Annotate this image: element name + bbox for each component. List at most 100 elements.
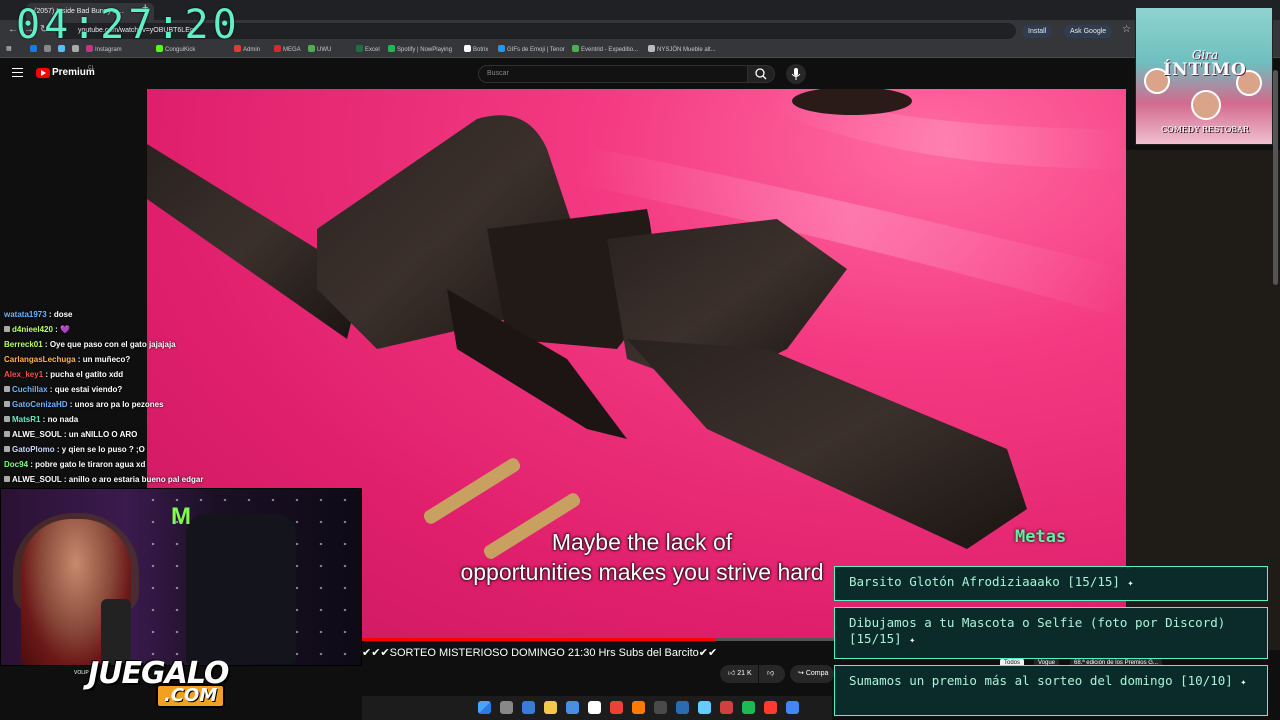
install-label: Install	[1028, 28, 1047, 35]
chat-username: d4nieel420	[12, 325, 53, 334]
chat-username: watata1973	[4, 310, 47, 319]
share-icon: ↪	[798, 670, 804, 677]
chat-badge-icon	[4, 476, 10, 482]
like-button[interactable]: 👍︎ 21 K	[720, 665, 758, 683]
bookmark-label: Spotify | NowPlaying	[397, 47, 452, 53]
bookmark-label: Eventrid - Expeditio...	[581, 47, 639, 53]
chat-separator: :	[75, 355, 83, 364]
bookmark-label: Botrix	[473, 47, 489, 53]
microphone-icon	[791, 68, 801, 80]
gaming-chair	[186, 514, 296, 664]
chat-separator: :	[61, 475, 69, 484]
ask-google-button[interactable]: Ask Google	[1064, 25, 1113, 38]
chat-message: Berreck01 : Oye que paso con el gato jaj…	[0, 337, 240, 352]
taskbar-app-icon[interactable]	[566, 701, 579, 714]
bookmark-item[interactable]: GIFs de Emoji | Tenor	[498, 45, 565, 53]
bookmark-item[interactable]: Excel	[356, 45, 380, 53]
subtitle-line-2: opportunities makes you strive hard	[460, 559, 824, 585]
thumbs-down-icon: 👎︎	[767, 670, 775, 677]
taskbar-app-icon[interactable]	[478, 701, 491, 714]
chat-message: GatoCenizaHD : unos aro pa lo pezones	[0, 397, 240, 412]
bookmark-favicon-icon	[464, 45, 471, 52]
chat-badge-icon	[4, 416, 10, 422]
subtitle-line-1: Maybe the lack of	[551, 529, 733, 555]
menu-icon[interactable]	[12, 68, 23, 77]
chat-text: Oye que paso con el gato jajajaja	[49, 340, 176, 349]
taskbar-app-icon[interactable]	[588, 701, 601, 714]
chat-overlay: watata1973 : dose d4nieel420 : 💜 Berreck01…	[0, 307, 240, 487]
taskbar-app-icon[interactable]	[522, 701, 535, 714]
chat-separator: :	[67, 400, 75, 409]
logo-small-text: VOLIP	[74, 670, 89, 676]
taskbar-app-icon[interactable]	[500, 701, 513, 714]
poster-title: ÍNTIMO	[1163, 60, 1247, 80]
chat-text: anillo o aro estaria bueno pal edgar	[68, 475, 204, 484]
bookmark-favicon-icon	[308, 45, 315, 52]
bookmark-item[interactable]: UWU	[308, 45, 331, 53]
sparkle-icon: ✦	[1127, 578, 1134, 589]
chat-text: que estai viendo?	[54, 385, 123, 394]
taskbar-app-icon[interactable]	[742, 701, 755, 714]
goal-text-1: Barsito Glotón Afrodiziaaako [15/15]	[849, 574, 1120, 589]
like-count: 21 K	[737, 670, 752, 677]
share-button[interactable]: ↪ Compa	[790, 665, 834, 683]
chat-text: y qien se lo puso ? ;O	[61, 445, 145, 454]
announcement-ticker: ✔✔✔SORTEO MISTERIOSO DOMINGO 21:30 Hrs S…	[362, 645, 832, 662]
stream-screen: (2057) Inside Bad Bunny's ... + ← → ↻ yo…	[0, 0, 1280, 720]
youtube-logo-icon[interactable]	[36, 68, 50, 78]
taskbar-app-icon[interactable]	[654, 701, 667, 714]
taskbar-app-icon[interactable]	[544, 701, 557, 714]
share-label: Compa	[805, 670, 829, 677]
thumbs-up-icon: 👍︎	[728, 670, 736, 677]
bookmark-item[interactable]: MEGA	[274, 45, 301, 53]
chat-badge-icon	[4, 446, 10, 452]
page-scrollbar[interactable]	[1273, 70, 1278, 285]
chat-message: d4nieel420 : 💜	[0, 322, 240, 337]
taskbar-app-icon[interactable]	[764, 701, 777, 714]
taskbar-app-icon[interactable]	[720, 701, 733, 714]
monster-logo-icon: M	[171, 503, 191, 530]
taskbar-app-icon[interactable]	[632, 701, 645, 714]
install-button[interactable]: Install	[1022, 25, 1053, 38]
voice-search-button[interactable]	[786, 64, 806, 84]
youtube-header: Premium CL Buscar	[0, 58, 1280, 89]
bookmark-item[interactable]: Eventrid - Expeditio...	[572, 45, 638, 53]
chat-username: ALWE_SOUL	[12, 475, 62, 484]
star-icon[interactable]: ☆	[1122, 24, 1131, 35]
goal-box-2: Dibujamos a tu Mascota o Selfie (foto po…	[834, 607, 1268, 659]
search-button[interactable]	[747, 65, 775, 83]
taskbar-app-icon[interactable]	[698, 701, 711, 714]
apps-icon[interactable]: ▦	[6, 45, 12, 52]
bookmark-favicon-icon	[572, 45, 579, 52]
video-subtitle: Maybe the lack of opportunities makes yo…	[392, 527, 892, 587]
bookmark-item[interactable]: Botrix	[464, 45, 488, 53]
taskbar-app-icon[interactable]	[676, 701, 689, 714]
video-progress-fill	[362, 638, 717, 641]
chat-username: Alex_key1	[4, 370, 44, 379]
bookmark-label: NYSJÖN Mueble alt...	[657, 47, 716, 53]
chat-username: Cuchillax	[12, 385, 48, 394]
chat-badge-icon	[4, 326, 10, 332]
taskbar-app-icon[interactable]	[610, 701, 623, 714]
chat-separator: :	[61, 430, 69, 439]
bookmark-item[interactable]: NYSJÖN Mueble alt...	[648, 45, 716, 53]
search-input[interactable]: Buscar	[478, 65, 748, 83]
region-code: CL	[88, 65, 95, 71]
bookmark-label: Admin	[243, 47, 261, 53]
chat-message: ALWE_SOUL : anillo o aro estaria bueno p…	[0, 472, 240, 487]
taskbar-app-icon[interactable]	[786, 701, 799, 714]
bookmark-item[interactable]: Spotify | NowPlaying	[388, 45, 452, 53]
chat-message: GatoPlomo : y qien se lo puso ? ;O	[0, 442, 240, 457]
bookmark-label: MEGA	[283, 47, 301, 53]
bookmark-label: Excel	[365, 47, 380, 53]
ask-google-label: Ask Google	[1070, 28, 1107, 35]
dislike-button[interactable]: 👎︎	[759, 665, 785, 683]
bookmark-label: GIFs de Emoji | Tenor	[507, 47, 565, 53]
bookmark-favicon-icon	[356, 45, 363, 52]
chat-text: pucha el gatito xdd	[50, 370, 124, 379]
poster-face	[1191, 90, 1221, 120]
chat-text: un muñeco?	[82, 355, 131, 364]
event-poster: Gira ÍNTIMO COMEDY RESTOBAR	[1135, 7, 1273, 145]
chat-text: un aNILLO O ARO	[68, 430, 138, 439]
goal-box-1: Barsito Glotón Afrodiziaaako [15/15] ✦	[834, 566, 1268, 601]
